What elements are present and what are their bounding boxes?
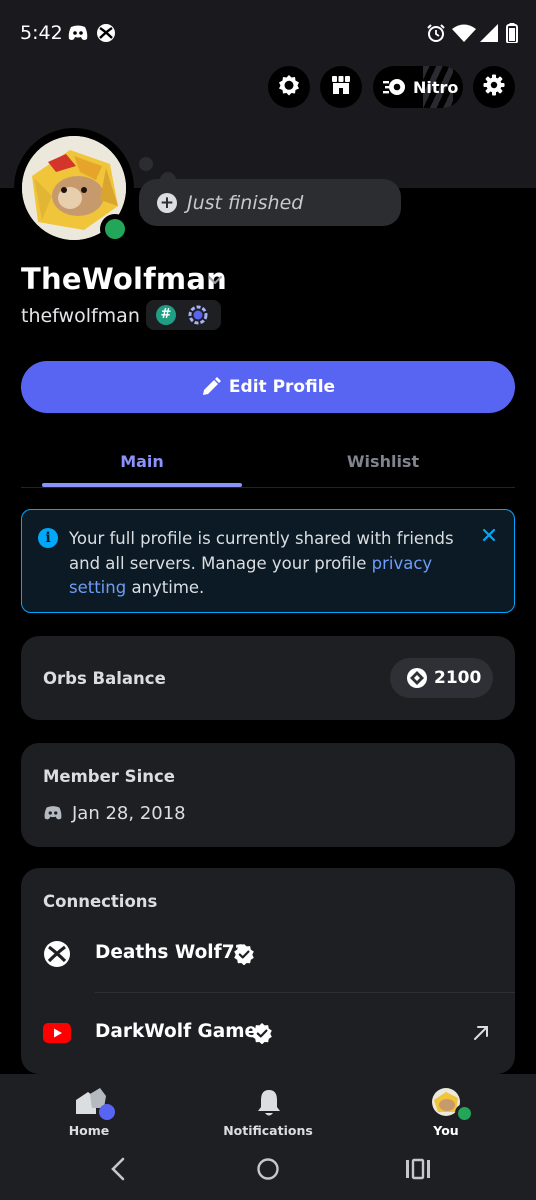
signal-icon xyxy=(479,22,499,44)
external-link-icon[interactable] xyxy=(471,1023,491,1043)
home-icon xyxy=(74,1088,118,1122)
nav-home[interactable]: Home xyxy=(34,1086,144,1146)
orbs-balance-value: 2100 xyxy=(434,668,482,688)
edit-profile-label: Edit Profile xyxy=(228,377,336,397)
connections-label: Connections xyxy=(43,892,158,911)
pencil-icon xyxy=(201,377,221,397)
wifi-icon xyxy=(452,22,476,44)
active-tab-indicator xyxy=(42,483,242,487)
system-navigation-bar xyxy=(0,1146,536,1192)
xbox-icon xyxy=(43,940,71,968)
member-since-date: Jan 28, 2018 xyxy=(72,803,186,824)
profile-badges[interactable]: # xyxy=(146,300,221,330)
settings-button[interactable] xyxy=(473,66,515,108)
recents-icon[interactable] xyxy=(403,1154,433,1184)
close-icon[interactable] xyxy=(478,524,500,546)
settings-gear-icon xyxy=(482,73,506,101)
nitro-icon xyxy=(383,77,407,97)
tab-wishlist[interactable]: Wishlist xyxy=(283,435,483,487)
shop-icon xyxy=(329,73,353,101)
member-since-label: Member Since xyxy=(43,767,175,786)
add-status-icon: + xyxy=(157,192,177,213)
status-bubble-dot xyxy=(139,157,153,171)
online-status-indicator xyxy=(100,214,130,244)
privacy-notice-text: Your full profile is currently shared wi… xyxy=(69,527,459,601)
nav-you-label: You xyxy=(433,1123,459,1138)
shop-button[interactable] xyxy=(320,66,362,108)
connection-divider xyxy=(95,992,515,993)
nav-you[interactable]: You xyxy=(391,1086,501,1146)
back-icon[interactable] xyxy=(103,1154,133,1184)
xbox-icon xyxy=(95,22,117,44)
member-since-card: Member Since Jan 28, 2018 xyxy=(21,743,515,847)
quests-icon xyxy=(277,73,301,101)
nitro-label: Nitro xyxy=(413,77,459,97)
nav-notifications-label: Notifications xyxy=(223,1123,313,1138)
orbs-balance-label: Orbs Balance xyxy=(43,669,166,688)
privacy-notice: i Your full profile is currently shared … xyxy=(21,509,515,613)
custom-status-bubble[interactable]: + Just finished xyxy=(139,179,401,226)
profile-tabs: Main Wishlist xyxy=(21,435,515,488)
display-name: TheWolfman xyxy=(21,262,227,296)
discord-icon xyxy=(43,805,63,823)
nitro-button[interactable]: Nitro xyxy=(373,66,463,108)
tab-main[interactable]: Main xyxy=(42,435,242,487)
hypesquad-badge-icon xyxy=(186,303,210,327)
bell-icon xyxy=(256,1088,282,1118)
orb-icon xyxy=(406,667,428,689)
hashtag-badge-icon: # xyxy=(156,305,176,325)
orbs-balance-pill[interactable]: 2100 xyxy=(390,658,493,698)
notice-text-end: anytime. xyxy=(126,578,205,597)
orbs-balance-card[interactable]: Orbs Balance 2100 xyxy=(21,636,515,720)
custom-status-text: Just finished xyxy=(187,191,304,214)
home-circle-icon[interactable] xyxy=(253,1154,283,1184)
nav-home-label: Home xyxy=(68,1123,110,1138)
connection-name: Deaths Wolf72 xyxy=(95,942,248,963)
chevron-down-icon[interactable] xyxy=(205,270,225,290)
connection-name: DarkWolf Gamer xyxy=(95,1021,267,1042)
discord-icon xyxy=(66,22,90,44)
battery-icon xyxy=(505,22,519,44)
youtube-icon xyxy=(43,1019,71,1047)
nav-notifications[interactable]: Notifications xyxy=(213,1086,323,1146)
connection-row-xbox[interactable]: Deaths Wolf72 xyxy=(21,924,515,984)
alarm-icon xyxy=(426,22,446,44)
quests-button[interactable] xyxy=(268,66,310,108)
verified-check-icon xyxy=(233,943,255,966)
edit-profile-button[interactable]: Edit Profile xyxy=(21,361,515,413)
status-time: 5:42 xyxy=(20,22,63,44)
username: thefwolfman xyxy=(21,305,140,327)
verified-check-icon xyxy=(251,1022,273,1045)
connections-card: Connections Deaths Wolf72 DarkWolf Gamer xyxy=(21,868,515,1074)
info-icon: i xyxy=(38,528,58,548)
online-status-indicator xyxy=(455,1104,473,1122)
connection-row-youtube[interactable]: DarkWolf Gamer xyxy=(21,1003,515,1063)
status-bar: 5:42 xyxy=(0,0,536,64)
